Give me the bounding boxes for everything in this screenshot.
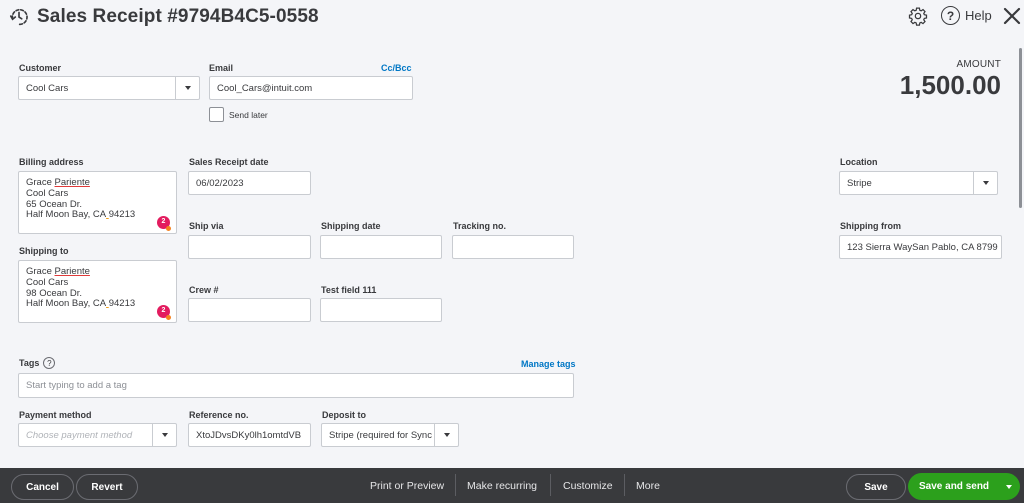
footer-divider <box>455 474 456 496</box>
sales-receipt-date-label: Sales Receipt date <box>189 157 269 167</box>
chevron-down-icon[interactable] <box>175 77 199 99</box>
location-value: Stripe <box>847 177 872 189</box>
deposit-to-select[interactable]: Stripe (required for Sync <box>321 423 459 447</box>
page-title: Sales Receipt #9794B4C5-0558 <box>37 6 319 27</box>
customer-label: Customer <box>19 63 62 73</box>
amount-value: 1,500.00 <box>899 70 1001 100</box>
shipping-last-name: Pariente <box>54 266 90 277</box>
tags-placeholder: Start typing to add a tag <box>26 380 127 391</box>
test-field-input[interactable] <box>320 298 442 322</box>
email-label: Email <box>209 63 234 73</box>
send-later-checkbox[interactable] <box>209 107 224 122</box>
location-select[interactable]: Stripe <box>839 171 998 195</box>
shipping-from-input[interactable]: 123 Sierra WaySan Pablo, CA 8799 <box>839 235 1002 259</box>
tracking-no-input[interactable] <box>452 235 574 259</box>
shipping-line-4: Half Moon Bay, CA 94213 <box>26 298 169 310</box>
gear-icon[interactable] <box>908 6 928 26</box>
test-field-label: Test field 111 <box>321 285 377 295</box>
crew-label: Crew # <box>189 285 219 295</box>
shipping-zip: 94213 <box>108 298 136 310</box>
chevron-down-icon[interactable] <box>152 424 176 446</box>
billing-last-name: Pariente <box>54 177 90 188</box>
deposit-to-label: Deposit to <box>322 410 366 420</box>
save-button[interactable]: Save <box>846 474 906 500</box>
chevron-down-icon[interactable] <box>998 484 1020 489</box>
ship-via-label: Ship via <box>189 221 224 231</box>
shipping-date-input[interactable] <box>320 235 442 259</box>
billing-address-label: Billing address <box>19 157 84 167</box>
manage-tags-link[interactable]: Manage tags <box>521 359 576 369</box>
cancel-button[interactable]: Cancel <box>11 474 74 500</box>
save-and-send-button[interactable]: Save and send <box>908 473 1020 500</box>
print-preview-link[interactable]: Print or Preview <box>370 480 444 492</box>
billing-line-4: Half Moon Bay, CA 94213 <box>26 209 169 221</box>
badge-dot-icon <box>166 226 171 231</box>
scrollbar-thumb[interactable] <box>1019 48 1022 208</box>
info-icon[interactable]: ? <box>43 357 56 369</box>
tags-input[interactable]: Start typing to add a tag <box>18 373 574 398</box>
payment-method-placeholder: Choose payment method <box>26 429 133 441</box>
reference-no-label: Reference no. <box>189 410 249 420</box>
reference-no-input[interactable]: XtoJDvsDKy0lh1omtdVB <box>188 423 311 447</box>
billing-line-2: Cool Cars <box>26 187 69 199</box>
location-label: Location <box>840 157 878 167</box>
billing-zip: 94213 <box>108 209 136 221</box>
cc-bcc-link[interactable]: Cc/Bcc <box>381 63 412 73</box>
help-icon: ? <box>941 6 960 25</box>
close-icon[interactable] <box>1002 6 1022 26</box>
billing-first-name: Grace <box>26 177 55 188</box>
recent-history-icon[interactable] <box>8 6 30 28</box>
deposit-to-value: Stripe (required for Sync <box>329 429 432 441</box>
shipping-city-state: Half Moon Bay, CA <box>26 298 107 310</box>
customize-link[interactable]: Customize <box>563 480 613 492</box>
chevron-down-icon[interactable] <box>434 424 458 446</box>
crew-input[interactable] <box>188 298 311 322</box>
make-recurring-link[interactable]: Make recurring <box>467 480 537 492</box>
help-label: Help <box>965 8 992 23</box>
shipping-date-label: Shipping date <box>321 221 381 231</box>
customer-select[interactable]: Cool Cars <box>18 76 200 100</box>
ship-via-input[interactable] <box>188 235 311 259</box>
shipping-first-name: Grace <box>26 266 55 277</box>
more-link[interactable]: More <box>636 480 660 492</box>
shipping-to-field[interactable]: Grace Pariente Cool Cars 98 Ocean Dr. Ha… <box>18 260 177 323</box>
amount-label: AMOUNT <box>956 59 1001 70</box>
badge-dot-icon <box>166 315 171 320</box>
save-and-send-label: Save and send <box>919 481 990 492</box>
customer-value: Cool Cars <box>26 82 69 94</box>
help-button[interactable]: ? Help <box>941 6 992 25</box>
footer-divider <box>624 474 625 496</box>
send-later-label: Send later <box>229 110 268 120</box>
payment-method-label: Payment method <box>19 410 92 420</box>
payment-method-select[interactable]: Choose payment method <box>18 423 177 447</box>
tags-header: Tags ? <box>19 357 56 369</box>
shipping-from-label: Shipping from <box>840 221 901 231</box>
shipping-to-label: Shipping to <box>19 246 69 256</box>
chevron-down-icon[interactable] <box>973 172 997 194</box>
billing-city-state: Half Moon Bay, CA <box>26 209 107 221</box>
sales-receipt-date-input[interactable]: 06/02/2023 <box>188 171 311 195</box>
email-input[interactable]: Cool_Cars@intuit.com <box>209 76 413 100</box>
shipping-line-2: Cool Cars <box>26 276 69 288</box>
tracking-no-label: Tracking no. <box>453 221 507 231</box>
revert-button[interactable]: Revert <box>76 474 138 500</box>
tags-label: Tags <box>19 358 40 368</box>
footer-divider <box>550 474 551 496</box>
billing-address-field[interactable]: Grace Pariente Cool Cars 65 Ocean Dr. Ha… <box>18 171 177 234</box>
